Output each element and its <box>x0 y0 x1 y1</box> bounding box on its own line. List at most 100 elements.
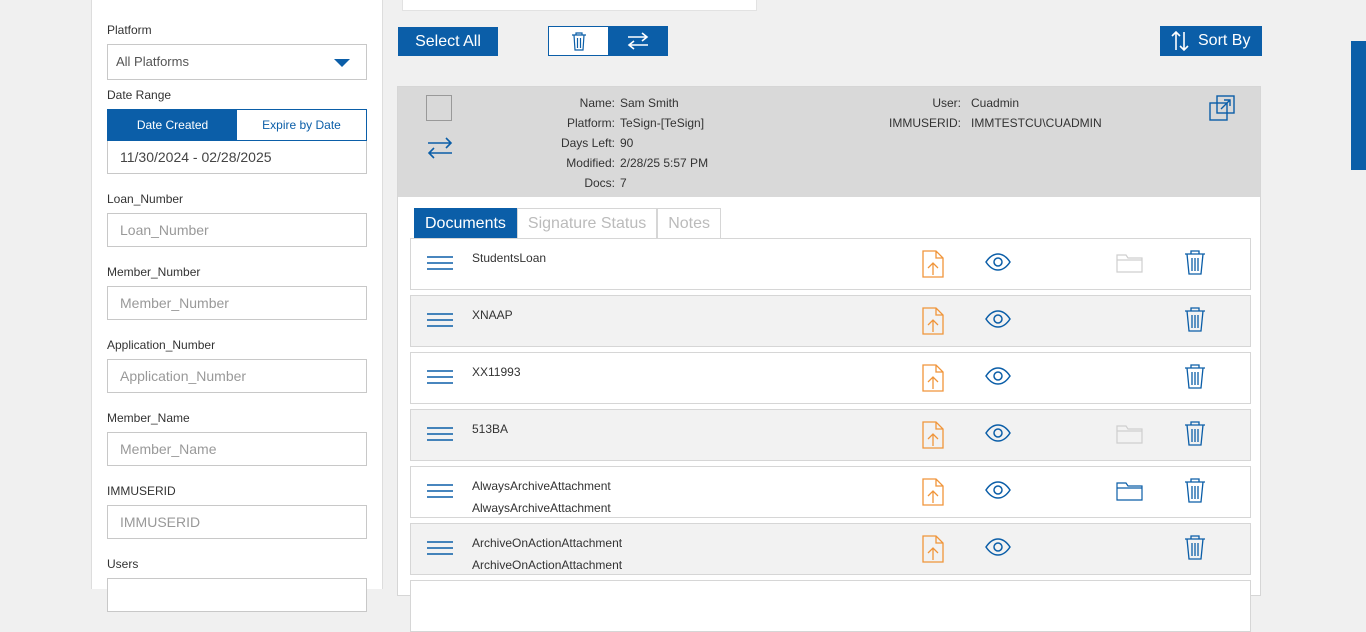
application-number-field[interactable]: Application_Number <box>107 359 367 393</box>
member-name-label: Member_Name <box>107 411 190 425</box>
platform-select-value: All Platforms <box>116 54 189 69</box>
modified-label: Modified: <box>566 156 615 170</box>
trash-icon <box>571 32 586 51</box>
search-results-panel-edge <box>402 0 757 11</box>
member-number-field[interactable]: Member_Number <box>107 286 367 320</box>
package-select-checkbox[interactable] <box>426 95 452 121</box>
platform-value: TeSign-[TeSign] <box>620 116 705 130</box>
hamburger-menu-icon[interactable] <box>427 481 453 501</box>
eye-icon[interactable] <box>985 310 1011 328</box>
transfer-arrows-icon[interactable] <box>426 137 454 159</box>
date-created-option[interactable]: Date Created <box>108 110 237 140</box>
date-mode-toggle: Date Created Expire by Date <box>107 109 367 141</box>
upload-file-icon[interactable] <box>922 364 944 392</box>
bulk-delete-button[interactable] <box>549 27 608 55</box>
document-name-line1: AlwaysArchiveAttachment <box>472 479 611 493</box>
date-range-input[interactable]: 11/30/2024 - 02/28/2025 <box>107 141 367 174</box>
date-range-label: Date Range <box>107 88 172 102</box>
hamburger-menu-icon[interactable] <box>427 538 453 558</box>
filter-sidebar: Platform All Platforms Date Range Date C… <box>91 0 383 612</box>
platform-label: Platform <box>107 23 152 37</box>
tab-notes[interactable]: Notes <box>657 208 722 239</box>
users-field[interactable] <box>107 578 367 612</box>
platform-info-label: Platform: <box>566 116 615 130</box>
side-panel-tab[interactable] <box>1351 41 1366 170</box>
upload-file-icon[interactable] <box>922 478 944 506</box>
tab-documents[interactable]: Documents <box>414 208 517 239</box>
document-name-line1: 513BA <box>472 422 509 436</box>
loan-number-label: Loan_Number <box>107 192 184 206</box>
document-tabs: Documents Signature Status Notes <box>414 208 722 239</box>
users-label: Users <box>107 557 139 571</box>
member-number-label: Member_Number <box>107 265 201 279</box>
chevron-down-icon <box>334 59 350 67</box>
bulk-action-toggle <box>548 26 668 56</box>
document-name-line1: ArchiveOnActionAttachment <box>472 536 623 550</box>
document-name-line2: AlwaysArchiveAttachment <box>472 501 611 515</box>
name-value: Sam Smith <box>620 96 679 110</box>
sort-by-label: Sort By <box>1198 32 1251 49</box>
list-item: 513BA <box>410 409 1251 461</box>
eye-icon[interactable] <box>985 367 1011 385</box>
package-info-left: Name: Sam Smith Platform: TeSign-[TeSign] … <box>548 93 708 193</box>
list-item: ArchiveOnActionAttachment ArchiveOnActio… <box>410 523 1251 575</box>
name-label: Name: <box>579 96 615 110</box>
days-left-label: Days Left: <box>560 136 615 150</box>
user-value: Cuadmin <box>971 96 1020 110</box>
immuserid-label: IMMUSERID <box>107 484 176 498</box>
trash-icon[interactable] <box>1184 306 1206 332</box>
upload-file-icon[interactable] <box>922 307 944 335</box>
document-name: XNAAP <box>472 304 513 326</box>
trash-icon[interactable] <box>1184 249 1206 275</box>
hamburger-menu-icon[interactable] <box>427 253 453 273</box>
bulk-transfer-button[interactable] <box>608 27 667 55</box>
eye-icon[interactable] <box>985 538 1011 556</box>
sort-arrows-icon <box>1171 30 1189 52</box>
eye-icon[interactable] <box>985 481 1011 499</box>
document-name-line1: XNAAP <box>472 308 513 322</box>
folder-icon[interactable] <box>1116 481 1143 501</box>
member-name-field[interactable]: Member_Name <box>107 432 367 466</box>
loan-number-field[interactable]: Loan_Number <box>107 213 367 247</box>
package-info-right: User: Cuadmin IMMUSERID: IMMTESTCU\CUADMIN <box>880 93 1102 133</box>
document-name: 513BA <box>472 418 508 440</box>
eye-icon[interactable] <box>985 253 1011 271</box>
upload-file-icon[interactable] <box>922 535 944 563</box>
modified-value: 2/28/25 5:57 PM <box>620 156 709 170</box>
document-name-line1: XX11993 <box>472 365 521 379</box>
sort-by-button[interactable]: Sort By <box>1160 26 1262 56</box>
upload-file-icon[interactable] <box>922 421 944 449</box>
folder-icon[interactable] <box>1116 253 1143 273</box>
trash-icon[interactable] <box>1184 420 1206 446</box>
document-name: StudentsLoan <box>472 247 546 269</box>
document-name: AlwaysArchiveAttachment AlwaysArchiveAtt… <box>472 475 611 519</box>
user-label: User: <box>932 96 961 110</box>
immuserid-info-label: IMMUSERID: <box>889 116 961 130</box>
expire-by-date-option[interactable]: Expire by Date <box>237 110 366 140</box>
immuserid-field[interactable]: IMMUSERID <box>107 505 367 539</box>
docs-value: 7 <box>620 176 627 190</box>
hamburger-menu-icon[interactable] <box>427 367 453 387</box>
select-all-button[interactable]: Select All <box>398 27 498 56</box>
open-external-icon[interactable] <box>1209 95 1235 121</box>
eye-icon[interactable] <box>985 424 1011 442</box>
trash-icon[interactable] <box>1184 363 1206 389</box>
immuserid-value: IMMTESTCU\CUADMIN <box>971 116 1102 130</box>
list-item <box>410 580 1251 632</box>
document-name: XX11993 <box>472 361 521 383</box>
tab-signature-status[interactable]: Signature Status <box>516 208 658 239</box>
application-number-label: Application_Number <box>107 338 216 352</box>
hamburger-menu-icon[interactable] <box>427 424 453 444</box>
trash-icon[interactable] <box>1184 534 1206 560</box>
package-header: Name: Sam Smith Platform: TeSign-[TeSign] … <box>398 87 1260 197</box>
upload-file-icon[interactable] <box>922 250 944 278</box>
platform-select[interactable]: All Platforms <box>107 44 367 80</box>
list-item: XNAAP <box>410 295 1251 347</box>
list-item: AlwaysArchiveAttachment AlwaysArchiveAtt… <box>410 466 1251 518</box>
trash-icon[interactable] <box>1184 477 1206 503</box>
package-card: Name: Sam Smith Platform: TeSign-[TeSign] … <box>397 86 1261 632</box>
days-left-value: 90 <box>620 136 634 150</box>
hamburger-menu-icon[interactable] <box>427 310 453 330</box>
docs-label: Docs: <box>584 176 615 190</box>
folder-icon[interactable] <box>1116 424 1143 444</box>
